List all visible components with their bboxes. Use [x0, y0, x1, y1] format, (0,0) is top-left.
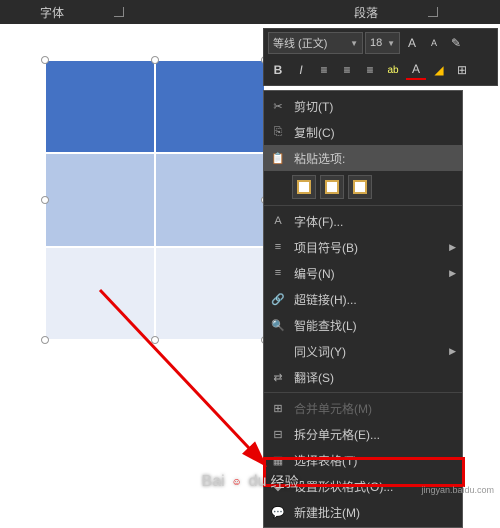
font-color-icon[interactable]: A	[406, 60, 426, 80]
merge-icon: ⊞	[270, 400, 286, 416]
table-cell[interactable]	[45, 60, 155, 153]
split-icon: ⊟	[270, 426, 286, 442]
comment-icon: 💬	[270, 504, 286, 520]
chevron-down-icon: ▼	[350, 39, 358, 48]
search-icon: 🔍	[270, 317, 286, 333]
menu-copy[interactable]: ⎘复制(C)	[264, 119, 462, 145]
translate-icon: ⇄	[270, 369, 286, 385]
slide-canvas	[30, 40, 280, 360]
watermark-url: jingyan.baidu.com	[421, 485, 494, 496]
table-object[interactable]	[45, 60, 265, 340]
decrease-font-icon[interactable]: A	[424, 33, 444, 53]
resize-handle[interactable]	[151, 56, 159, 64]
copy-icon: ⎘	[270, 124, 286, 140]
menu-smart-lookup[interactable]: 🔍智能查找(L)	[264, 312, 462, 338]
resize-handle[interactable]	[41, 56, 49, 64]
link-icon: 🔗	[270, 291, 286, 307]
menu-hyperlink[interactable]: 🔗超链接(H)...	[264, 286, 462, 312]
watermark: Bai☺du 经验	[202, 472, 299, 492]
more-icon[interactable]: ⊞	[452, 60, 472, 80]
resize-handle[interactable]	[41, 196, 49, 204]
align-center-icon[interactable]: ≡	[337, 60, 357, 80]
chevron-down-icon: ▼	[387, 39, 395, 48]
font-selector[interactable]: 等线 (正文)▼	[268, 32, 363, 54]
italic-button[interactable]: I	[291, 60, 311, 80]
table-cell[interactable]	[155, 60, 265, 153]
font-section-label: 字体	[40, 4, 64, 21]
logo-icon: ☺	[229, 474, 245, 490]
table-cell[interactable]	[155, 153, 265, 246]
chevron-right-icon: ▶	[449, 268, 456, 279]
paste-option-2[interactable]	[320, 175, 344, 199]
cut-icon: ✂	[270, 98, 286, 114]
ribbon-bar: 字体 段落	[0, 0, 500, 24]
mini-toolbar: 等线 (正文)▼ 18▼ A A ✎ B I ≡ ≡ ≡ ab A ◢ ⊞	[263, 28, 498, 86]
clipboard-icon	[353, 180, 367, 194]
paste-icon: 📋	[270, 150, 286, 166]
context-menu: ✂剪切(T) ⎘复制(C) 📋粘贴选项: A字体(F)... ≡项目符号(B)▶…	[263, 90, 463, 528]
paste-options-row	[264, 171, 462, 203]
increase-font-icon[interactable]: A	[402, 33, 422, 53]
para-section-label: 段落	[354, 4, 378, 21]
menu-merge-cells: ⊞合并单元格(M)	[264, 395, 462, 421]
chevron-right-icon: ▶	[449, 346, 456, 357]
menu-bullets[interactable]: ≡项目符号(B)▶	[264, 234, 462, 260]
menu-synonyms[interactable]: 同义词(Y)▶	[264, 338, 462, 364]
paste-option-3[interactable]	[348, 175, 372, 199]
table-cell[interactable]	[45, 153, 155, 246]
font-icon: A	[270, 213, 286, 229]
bold-button[interactable]: B	[268, 60, 288, 80]
chevron-right-icon: ▶	[449, 242, 456, 253]
expand-icon[interactable]	[428, 7, 438, 17]
menu-separator	[264, 205, 462, 206]
highlight-icon[interactable]: ab	[383, 60, 403, 80]
fill-color-icon[interactable]: ◢	[429, 60, 449, 80]
resize-handle[interactable]	[41, 336, 49, 344]
menu-select-table[interactable]: ▦选择表格(T)	[264, 447, 462, 473]
menu-font[interactable]: A字体(F)...	[264, 208, 462, 234]
menu-paste-options: 📋粘贴选项:	[264, 145, 462, 171]
menu-new-comment[interactable]: 💬新建批注(M)	[264, 499, 462, 525]
align-left-icon[interactable]: ≡	[314, 60, 334, 80]
clipboard-icon	[297, 180, 311, 194]
size-selector[interactable]: 18▼	[365, 32, 400, 54]
align-right-icon[interactable]: ≡	[360, 60, 380, 80]
menu-numbering[interactable]: ≡编号(N)▶	[264, 260, 462, 286]
table-cell[interactable]	[45, 247, 155, 340]
menu-separator	[264, 392, 462, 393]
menu-split-cells[interactable]: ⊟拆分单元格(E)...	[264, 421, 462, 447]
menu-translate[interactable]: ⇄翻译(S)	[264, 364, 462, 390]
table-cell[interactable]	[155, 247, 265, 340]
menu-cut[interactable]: ✂剪切(T)	[264, 93, 462, 119]
book-icon	[270, 343, 286, 359]
table-icon: ▦	[270, 452, 286, 468]
bullets-icon: ≡	[270, 239, 286, 255]
clipboard-icon	[325, 180, 339, 194]
resize-handle[interactable]	[151, 336, 159, 344]
numbering-icon: ≡	[270, 265, 286, 281]
format-painter-icon[interactable]: ✎	[446, 33, 466, 53]
paste-option-1[interactable]	[292, 175, 316, 199]
expand-icon[interactable]	[114, 7, 124, 17]
